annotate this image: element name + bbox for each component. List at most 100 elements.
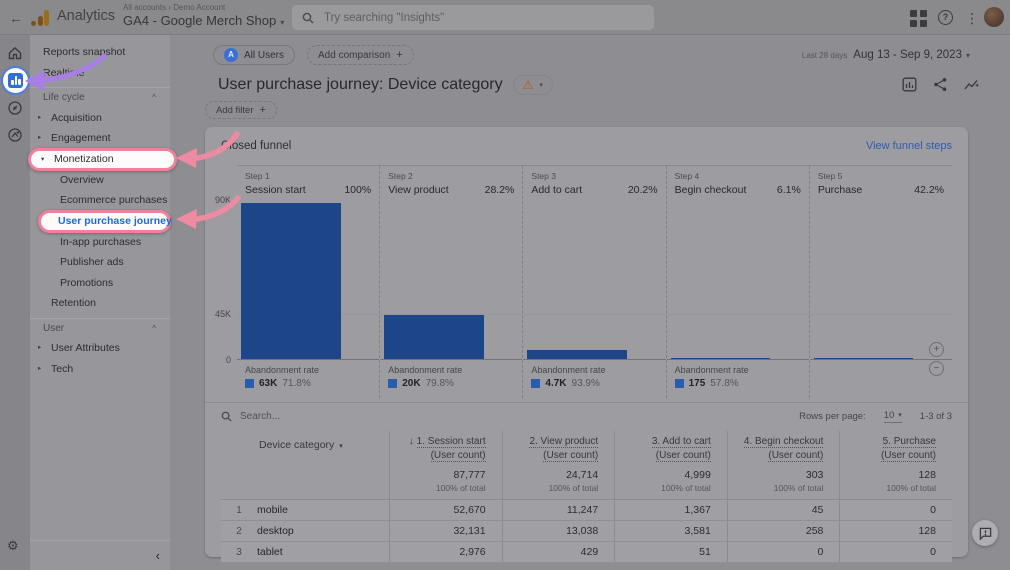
cell: 1,367 bbox=[614, 500, 727, 521]
explore-icon[interactable] bbox=[7, 100, 23, 116]
sidebar-item-tech[interactable]: ▸Tech bbox=[30, 359, 170, 380]
sidebar-item-user-purchase-journey[interactable]: User purchase journey bbox=[38, 210, 171, 233]
funnel-bar[interactable] bbox=[671, 358, 771, 359]
y-axis-label: 90K bbox=[215, 195, 231, 205]
total-begin-checkout: 303100% of total bbox=[727, 466, 840, 500]
expand-icon: ▸ bbox=[38, 108, 51, 129]
funnel-bar[interactable] bbox=[241, 203, 341, 359]
zoom-in-button[interactable]: + bbox=[929, 342, 944, 357]
more-options-icon[interactable]: ⋮ bbox=[965, 9, 977, 27]
cell: 52,670 bbox=[389, 500, 502, 521]
reports-sidebar: Reports snapshot Realtime Life cycle^ ▸A… bbox=[30, 35, 170, 570]
breadcrumb: All accounts › Demo Account bbox=[123, 3, 284, 12]
legend-swatch bbox=[675, 379, 684, 388]
column-header-session-start[interactable]: ↓1. Session start(User count) bbox=[389, 431, 502, 466]
rows-per-page-select[interactable]: 10▾ bbox=[884, 410, 902, 423]
step-pct: 42.2% bbox=[914, 184, 944, 196]
global-search[interactable] bbox=[292, 5, 654, 30]
funnel-step-column: Step 3 Add to cart20.2% Abandonment rate… bbox=[522, 166, 665, 398]
help-icon[interactable]: ? bbox=[938, 10, 953, 25]
reports-icon[interactable] bbox=[3, 68, 28, 93]
funnel-report-card: Closed funnel View funnel steps 90K 45K … bbox=[205, 127, 968, 557]
funnel-step-column: Step 1 Session start100% Abandonment rat… bbox=[237, 166, 379, 398]
funnel-bar[interactable] bbox=[384, 315, 484, 359]
sidebar-item-retention[interactable]: Retention bbox=[30, 293, 170, 314]
global-search-input[interactable] bbox=[324, 12, 644, 24]
analytics-logo-icon bbox=[31, 9, 50, 26]
sidebar-item-engagement[interactable]: ▸Engagement bbox=[30, 128, 170, 149]
cell: 128 bbox=[839, 521, 952, 542]
property-selector[interactable]: GA4 - Google Merch Shop▾ bbox=[123, 13, 284, 28]
home-icon[interactable] bbox=[7, 45, 23, 61]
all-users-chip[interactable]: AAll Users bbox=[213, 45, 295, 65]
table-search-input[interactable] bbox=[240, 411, 440, 422]
legend-swatch bbox=[388, 379, 397, 388]
nav-rail: ⚙ bbox=[0, 35, 30, 570]
sidebar-item-promotions[interactable]: Promotions bbox=[30, 273, 170, 294]
data-quality-badge[interactable]: ⚠▾ bbox=[513, 75, 553, 95]
sort-desc-icon: ↓ bbox=[409, 436, 414, 447]
sidebar-item-in-app-purchases[interactable]: In-app purchases bbox=[30, 232, 170, 253]
sidebar-item-ecommerce-purchases[interactable]: Ecommerce purchases bbox=[30, 190, 170, 211]
caret-down-icon: ▾ bbox=[280, 18, 284, 27]
share-icon[interactable] bbox=[933, 77, 948, 92]
row-dimension: tablet bbox=[257, 542, 389, 563]
back-icon[interactable]: ← bbox=[6, 8, 26, 28]
row-index: 2 bbox=[221, 521, 257, 542]
plus-icon: + bbox=[396, 49, 402, 61]
column-header-device-category[interactable]: Device category▾ bbox=[257, 431, 389, 466]
collapse-sidebar-button[interactable]: ‹ bbox=[156, 548, 160, 563]
funnel-chart: 90K 45K 0 Step 1 Session start100% Aband… bbox=[237, 165, 952, 398]
user-avatar[interactable] bbox=[984, 7, 1004, 27]
column-header-view-product[interactable]: 2. View product(User count) bbox=[502, 431, 615, 466]
search-icon bbox=[221, 411, 232, 422]
total-view-product: 24,714100% of total bbox=[502, 466, 615, 500]
sidebar-item-publisher-ads[interactable]: Publisher ads bbox=[30, 252, 170, 273]
sidebar-item-overview[interactable]: Overview bbox=[30, 170, 170, 191]
zoom-out-button[interactable]: − bbox=[929, 361, 944, 376]
apps-grid-icon[interactable] bbox=[910, 10, 927, 27]
row-index: 3 bbox=[221, 542, 257, 563]
step-pct: 20.2% bbox=[628, 184, 658, 196]
insights-icon[interactable] bbox=[964, 77, 980, 92]
funnel-bar[interactable] bbox=[814, 358, 914, 359]
sidebar-item-realtime[interactable]: Realtime bbox=[30, 63, 170, 84]
cell: 0 bbox=[839, 500, 952, 521]
cell: 51 bbox=[614, 542, 727, 563]
sidebar-item-user-attributes[interactable]: ▸User Attributes bbox=[30, 338, 170, 359]
add-filter-chip[interactable]: Add filter+ bbox=[205, 101, 277, 119]
add-comparison-chip[interactable]: Add comparison+ bbox=[307, 45, 414, 65]
search-icon bbox=[302, 12, 314, 24]
warning-icon: ⚠ bbox=[523, 76, 534, 94]
cell: 3,581 bbox=[614, 521, 727, 542]
column-header-begin-checkout[interactable]: 4. Begin checkout(User count) bbox=[727, 431, 840, 466]
expand-icon: ▸ bbox=[38, 128, 51, 149]
step-pct: 6.1% bbox=[777, 184, 801, 196]
sidebar-item-reports-snapshot[interactable]: Reports snapshot bbox=[30, 42, 170, 63]
expand-icon: ▸ bbox=[38, 359, 51, 380]
top-app-bar: ← Analytics All accounts › Demo Account … bbox=[0, 0, 1010, 35]
sidebar-item-acquisition[interactable]: ▸Acquisition bbox=[30, 108, 170, 129]
sidebar-section-life-cycle[interactable]: Life cycle^ bbox=[30, 87, 170, 108]
sidebar-section-user[interactable]: User^ bbox=[30, 318, 170, 339]
column-header-purchase[interactable]: 5. Purchase(User count) bbox=[839, 431, 952, 466]
sidebar-footer: ‹ bbox=[30, 540, 170, 570]
segment-badge: A bbox=[224, 48, 238, 62]
total-purchase: 128100% of total bbox=[839, 466, 952, 500]
report-title: User purchase journey: Device category bbox=[218, 76, 503, 94]
sidebar-item-monetization[interactable]: ▾Monetization bbox=[28, 148, 177, 171]
view-funnel-steps-link[interactable]: View funnel steps bbox=[866, 140, 952, 152]
column-header-add-to-cart[interactable]: 3. Add to cart(User count) bbox=[614, 431, 727, 466]
step-name: Begin checkout bbox=[675, 184, 747, 196]
feedback-button[interactable] bbox=[972, 520, 998, 546]
funnel-bar[interactable] bbox=[527, 350, 627, 359]
legend-swatch bbox=[531, 379, 540, 388]
customize-report-icon[interactable] bbox=[902, 77, 917, 92]
collapse-icon: ▾ bbox=[41, 151, 54, 168]
cell: 45 bbox=[727, 500, 840, 521]
caret-down-icon: ▾ bbox=[966, 51, 970, 60]
row-dimension: desktop bbox=[257, 521, 389, 542]
date-range-selector[interactable]: Last 28 daysAug 13 - Sep 9, 2023▾ bbox=[802, 49, 970, 61]
advertising-icon[interactable] bbox=[7, 127, 23, 143]
settings-gear-icon[interactable]: ⚙ bbox=[7, 538, 19, 554]
